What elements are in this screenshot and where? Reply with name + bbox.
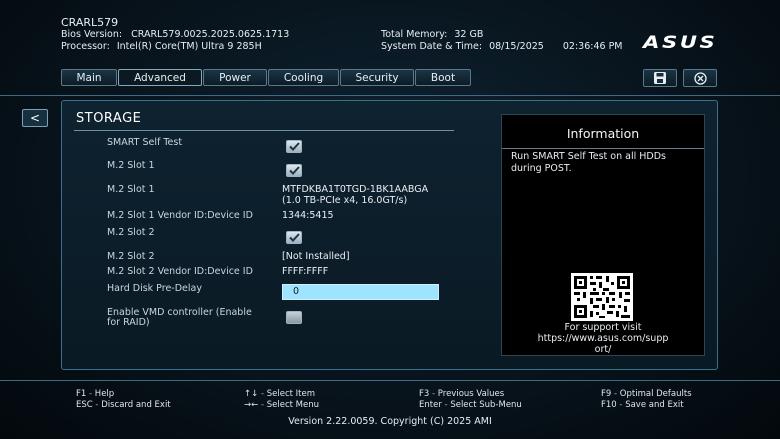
hint-desc: Optimal Defaults bbox=[619, 389, 692, 399]
hint-key: →← bbox=[244, 400, 259, 410]
menu-tabs: Main Advanced Power Cooling Security Boo… bbox=[61, 69, 472, 87]
bios-version-label: Bios Version: bbox=[61, 29, 123, 40]
hint-key: F1 bbox=[76, 389, 87, 399]
tab-main[interactable]: Main bbox=[61, 69, 117, 86]
information-title: Information bbox=[566, 126, 640, 141]
memory-value: 32 GB bbox=[454, 29, 484, 40]
m2-slot1-device-model: MTFDKBA1T0TGD-1BK1AABGA bbox=[282, 184, 429, 195]
m2-slot1-checkbox[interactable] bbox=[286, 164, 302, 177]
m2-slot1-device-label: M.2 Slot 1 bbox=[107, 184, 155, 195]
hint-f10: F10 - Save and Exit bbox=[601, 400, 684, 410]
hint-key: Enter bbox=[419, 400, 442, 410]
support-line-1: For support visit bbox=[564, 322, 642, 333]
hint-enter: Enter - Select Sub-Menu bbox=[419, 400, 522, 410]
header-divider bbox=[0, 95, 780, 96]
qr-code-icon bbox=[571, 273, 633, 321]
hint-desc: Previous Values bbox=[437, 389, 505, 399]
hint-key: F9 bbox=[601, 389, 612, 399]
hint-sep: - bbox=[258, 389, 267, 399]
save-icon bbox=[654, 72, 666, 84]
hint-sep: - bbox=[92, 400, 102, 410]
bios-version-value: CRARL579.0025.2025.0625.1713 bbox=[131, 29, 290, 40]
exit-button[interactable] bbox=[683, 69, 717, 87]
hint-sep: - bbox=[616, 400, 626, 410]
hint-select-menu: →← - Select Menu bbox=[244, 400, 319, 410]
tab-power[interactable]: Power bbox=[203, 69, 267, 86]
support-url: https://www.asus.com/supp bbox=[537, 333, 669, 344]
tab-advanced[interactable]: Advanced bbox=[118, 69, 202, 86]
hint-desc: Select Sub-Menu bbox=[450, 400, 522, 410]
hard-disk-pre-delay-input[interactable]: 0 bbox=[282, 284, 439, 300]
hint-desc: Select Menu bbox=[266, 400, 319, 410]
hint-sep: - bbox=[429, 389, 438, 399]
m2-slot1-enable-label: M.2 Slot 1 bbox=[107, 160, 155, 171]
hint-desc: Discard and Exit bbox=[101, 400, 171, 410]
tab-cooling[interactable]: Cooling bbox=[268, 69, 339, 86]
m2-slot1-device-speed: (1.0 TB-PCIe x4, 16.0GT/s) bbox=[282, 195, 408, 206]
hint-desc: Save and Exit bbox=[625, 400, 684, 410]
hint-key: F3 bbox=[419, 389, 430, 399]
hint-desc: Help bbox=[94, 389, 115, 399]
m2-slot1-vendor-label: M.2 Slot 1 Vendor ID:Device ID bbox=[107, 210, 253, 221]
hard-disk-pre-delay-label: Hard Disk Pre-Delay bbox=[107, 283, 202, 294]
vmd-controller-label-cont: for RAID) bbox=[107, 317, 150, 328]
tab-boot[interactable]: Boot bbox=[415, 69, 471, 86]
m2-slot2-device-value: [Not Installed] bbox=[282, 251, 350, 262]
bios-screen: CRARL579 Bios Version: CRARL579.0025.202… bbox=[0, 0, 780, 439]
hint-desc: Select Item bbox=[266, 389, 316, 399]
support-text: For support visit https://www.asus.com/s… bbox=[502, 322, 704, 355]
hint-sep: - bbox=[86, 389, 95, 399]
hint-f1: F1 - Help bbox=[76, 389, 114, 399]
processor-label: Processor: bbox=[61, 41, 110, 52]
hint-f9: F9 - Optimal Defaults bbox=[601, 389, 692, 399]
datetime-label: System Date & Time: bbox=[381, 41, 483, 52]
smart-self-test-checkbox[interactable] bbox=[286, 140, 302, 153]
hint-sep: - bbox=[611, 389, 620, 399]
hint-f3: F3 - Previous Values bbox=[419, 389, 504, 399]
processor-value: Intel(R) Core(TM) Ultra 9 285H bbox=[116, 41, 262, 52]
m2-slot2-checkbox[interactable] bbox=[286, 231, 302, 244]
machine-name: CRARL579 bbox=[61, 16, 119, 29]
tab-security[interactable]: Security bbox=[340, 69, 414, 86]
time-value: 02:36:46 PM bbox=[562, 41, 623, 52]
title-underline bbox=[74, 130, 454, 131]
smart-self-test-label: SMART Self Test bbox=[107, 137, 183, 148]
hint-key: ↑↓ bbox=[244, 389, 259, 399]
close-circle-icon bbox=[693, 71, 707, 85]
checkmark-icon bbox=[288, 166, 300, 175]
back-button[interactable]: < bbox=[22, 109, 48, 127]
bios-version: Bios Version: CRARL579.0025.2025.0625.17… bbox=[61, 29, 289, 40]
information-text: Run SMART Self Test on all HDDs during P… bbox=[511, 151, 666, 174]
hint-key: ESC bbox=[76, 400, 93, 410]
page-title: STORAGE bbox=[76, 111, 142, 126]
version-text: Version 2.22.0059. Copyright (C) 2025 AM… bbox=[288, 416, 492, 427]
checkmark-icon bbox=[288, 142, 300, 151]
hint-sep: - bbox=[258, 400, 267, 410]
information-divider bbox=[502, 148, 704, 149]
date-value: 08/15/2025 bbox=[489, 41, 544, 52]
hint-esc: ESC - Discard and Exit bbox=[76, 400, 171, 410]
hint-select-item: ↑↓ - Select Item bbox=[244, 389, 315, 399]
m2-slot2-vendor-value: FFFF:FFFF bbox=[282, 266, 329, 277]
checkmark-icon bbox=[288, 233, 300, 242]
asus-logo: ASUS bbox=[643, 33, 718, 53]
total-memory: Total Memory: 32 GB bbox=[381, 29, 483, 40]
processor-info: Processor: Intel(R) Core(TM) Ultra 9 285… bbox=[61, 41, 262, 52]
support-url-cont: ort/ bbox=[594, 344, 612, 355]
m2-slot2-enable-label: M.2 Slot 2 bbox=[107, 227, 155, 238]
m2-slot1-vendor-value: 1344:5415 bbox=[282, 210, 334, 221]
memory-label: Total Memory: bbox=[381, 29, 448, 40]
system-datetime: System Date & Time: 08/15/2025 02:36:46 … bbox=[381, 41, 623, 52]
m2-slot2-device-label: M.2 Slot 2 bbox=[107, 251, 155, 262]
hint-key: F10 bbox=[601, 400, 617, 410]
footer-divider bbox=[0, 380, 780, 381]
information-panel: Information Run SMART Self Test on all H… bbox=[501, 114, 705, 356]
save-button[interactable] bbox=[643, 69, 677, 87]
m2-slot2-vendor-label: M.2 Slot 2 Vendor ID:Device ID bbox=[107, 266, 253, 277]
vmd-controller-checkbox[interactable] bbox=[286, 311, 302, 324]
